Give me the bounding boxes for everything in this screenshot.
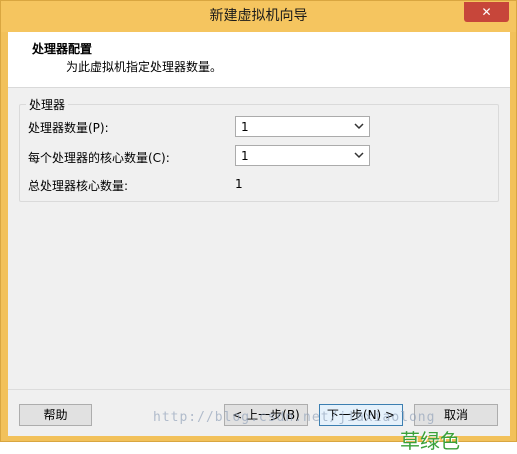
watermark-logo: 草绿色 — [400, 429, 460, 453]
cores-per-processor-value: 1 — [241, 149, 249, 163]
footer-divider — [8, 389, 510, 390]
cores-per-processor-label: 每个处理器的核心数量(C): — [28, 151, 170, 165]
processor-count-select[interactable]: 1 — [235, 116, 370, 137]
close-button[interactable]: ✕ — [464, 2, 509, 22]
total-cores-label: 总处理器核心数量: — [28, 179, 129, 193]
window-title: 新建虚拟机向导 — [209, 8, 308, 24]
wizard-header: 处理器配置 为此虚拟机指定处理器数量。 — [8, 32, 510, 88]
cores-per-processor-select[interactable]: 1 — [235, 145, 370, 166]
close-icon: ✕ — [481, 5, 492, 19]
wizard-window: 新建虚拟机向导 ✕ 处理器配置 为此虚拟机指定处理器数量。 处理器 处理器数量(… — [0, 0, 517, 453]
chevron-down-icon — [354, 123, 364, 130]
chevron-down-icon — [354, 152, 364, 159]
processor-group-label: 处理器 — [26, 96, 69, 113]
title-bar[interactable]: 新建虚拟机向导 ✕ — [1, 1, 516, 32]
watermark-url: http://blog.csdn.net/jiaxiaolong — [153, 410, 436, 425]
wizard-client-area: 处理器配置 为此虚拟机指定处理器数量。 处理器 处理器数量(P): 1 每个处理… — [8, 32, 510, 453]
processor-count-value: 1 — [241, 120, 249, 134]
page-subtitle: 为此虚拟机指定处理器数量。 — [66, 60, 223, 74]
processor-count-label: 处理器数量(P): — [28, 121, 109, 135]
page-title: 处理器配置 — [32, 42, 93, 56]
help-button[interactable]: 帮助 — [19, 404, 92, 426]
total-cores-value: 1 — [235, 177, 243, 191]
